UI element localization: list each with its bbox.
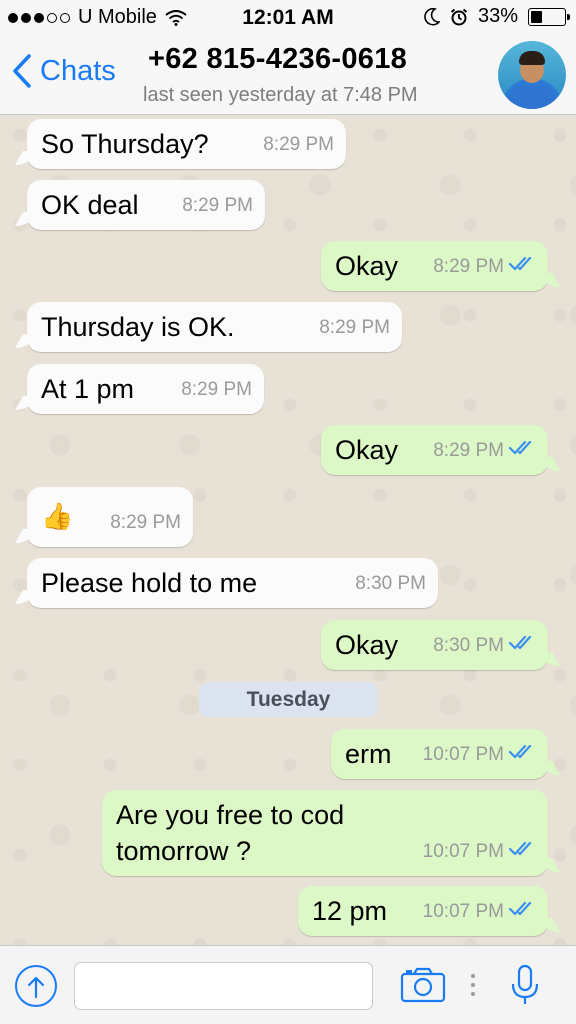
back-chevron-icon	[13, 54, 31, 88]
message-text: At 1 pm	[41, 374, 135, 404]
status-bar: U Mobile 12:01 AM 33%	[0, 0, 576, 36]
message-outgoing[interactable]: Okay 8:29 PM	[321, 425, 548, 475]
message-emoji: 👍	[41, 501, 74, 531]
battery-level	[531, 10, 542, 23]
message-time: 8:29 PM	[182, 195, 253, 216]
message-outgoing[interactable]: Okay 8:29 PM	[321, 241, 548, 291]
message-time: 8:30 PM	[433, 635, 504, 656]
message-time: 10:07 PM	[422, 901, 504, 922]
alarm-icon	[450, 8, 468, 25]
message-input[interactable]	[74, 962, 373, 1010]
message-outgoing[interactable]: 12 pm 10:07 PM	[298, 886, 548, 936]
contact-name[interactable]: +62 815-4236-0618	[148, 43, 407, 76]
read-ticks-icon	[508, 737, 536, 773]
read-ticks-icon	[508, 249, 536, 285]
message-incoming[interactable]: So Thursday? 8:29 PM	[27, 119, 346, 169]
back-label: Chats	[40, 54, 116, 87]
message-time: 8:29 PM	[319, 317, 390, 338]
moon-icon	[424, 7, 440, 26]
message-incoming[interactable]: At 1 pm 8:29 PM	[27, 364, 264, 414]
message-text: Please hold to me	[41, 568, 258, 598]
message-text: Thursday is OK.	[41, 312, 235, 342]
message-text: Okay	[335, 435, 399, 465]
message-outgoing[interactable]: Okay 8:30 PM	[321, 620, 548, 670]
message-text: So Thursday?	[41, 129, 209, 159]
message-text: Okay	[335, 251, 399, 281]
message-text: erm	[345, 739, 392, 769]
read-ticks-icon	[508, 894, 536, 930]
message-incoming[interactable]: Please hold to me 8:30 PM	[27, 558, 438, 608]
last-seen-status: last seen yesterday at 7:48 PM	[143, 84, 418, 106]
date-separator: Tuesday	[199, 682, 378, 717]
microphone-button[interactable]	[510, 964, 540, 1011]
message-incoming[interactable]: OK deal 8:29 PM	[27, 180, 265, 230]
back-button[interactable]: Chats	[12, 54, 116, 88]
message-list[interactable]: So Thursday? 8:29 PM OK deal 8:29 PM Oka…	[0, 115, 576, 945]
status-right: 33%	[424, 5, 570, 28]
message-text: Okay	[335, 630, 399, 660]
message-time: 8:29 PM	[181, 379, 252, 400]
read-ticks-icon	[508, 433, 536, 469]
message-time: 8:29 PM	[433, 256, 504, 277]
microphone-icon	[511, 964, 539, 1004]
message-time: 8:29 PM	[433, 440, 504, 461]
upload-icon	[27, 976, 45, 999]
message-time: 10:07 PM	[422, 841, 504, 862]
read-ticks-icon	[508, 628, 536, 664]
camera-icon	[400, 967, 446, 1003]
upload-button[interactable]	[15, 965, 57, 1007]
battery-icon	[528, 7, 570, 26]
message-incoming[interactable]: 👍 8:29 PM	[27, 487, 193, 547]
read-ticks-icon	[508, 834, 536, 870]
message-text: OK deal	[41, 190, 139, 220]
message-text: 12 pm	[312, 896, 388, 926]
more-dots-icon[interactable]	[471, 974, 477, 996]
message-time: 8:30 PM	[355, 573, 426, 594]
chat-header: Chats +62 815-4236-0618 last seen yester…	[0, 36, 576, 115]
message-outgoing[interactable]: Are you free to cod tomorrow ? 10:07 PM	[102, 790, 548, 876]
message-time: 8:29 PM	[263, 134, 334, 155]
battery-percent: 33%	[477, 5, 518, 27]
contact-avatar[interactable]	[498, 41, 566, 109]
message-incoming[interactable]: Thursday is OK. 8:29 PM	[27, 302, 402, 352]
composer-bar	[0, 945, 576, 1024]
message-time: 10:07 PM	[422, 744, 504, 765]
message-time: 8:29 PM	[110, 512, 181, 533]
message-text: Are you free to cod tomorrow ?	[116, 800, 345, 866]
message-outgoing[interactable]: erm 10:07 PM	[331, 729, 548, 779]
camera-button[interactable]	[400, 967, 446, 1008]
